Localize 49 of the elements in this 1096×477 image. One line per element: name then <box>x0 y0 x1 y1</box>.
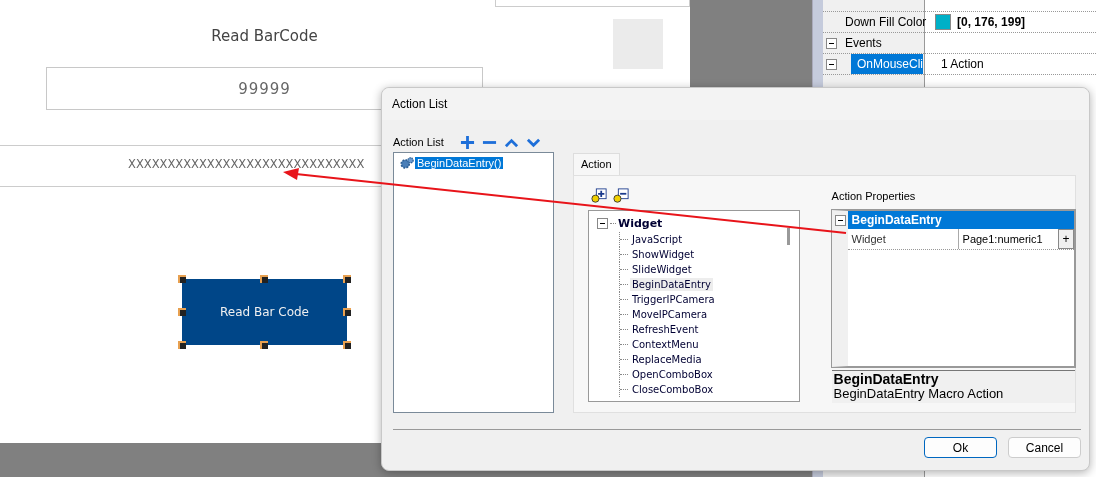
property-name: Widget <box>847 228 959 249</box>
action-item[interactable]: BeginDataEntry() <box>415 157 504 169</box>
action-tab[interactable]: Action <box>573 153 620 175</box>
resize-handle[interactable] <box>260 341 268 349</box>
resize-handle[interactable] <box>178 308 186 316</box>
description-title: BeginDataEntry <box>833 370 940 387</box>
collapse-icon[interactable] <box>597 218 608 230</box>
tree-item[interactable]: ContextMenu <box>630 337 701 351</box>
add-button[interactable]: + <box>1058 228 1074 249</box>
tree-item[interactable]: JavaScript <box>630 232 685 246</box>
tree-item[interactable]: CloseComboBox <box>630 382 716 396</box>
property-name[interactable]: Events <box>845 36 882 50</box>
collapse-icon[interactable] <box>825 58 837 70</box>
tree-item[interactable]: SlideWidget <box>630 262 694 276</box>
dialog-button[interactable]: Cancel <box>1008 437 1081 458</box>
tree-node[interactable]: Widget <box>618 217 663 231</box>
collapse-icon[interactable] <box>825 37 837 49</box>
description-text: BeginDataEntry Macro Action <box>833 386 1005 401</box>
list-label: Action List <box>393 136 444 148</box>
read-bar-code-button[interactable]: Read Bar Code <box>182 279 347 345</box>
expand-all-icon[interactable] <box>591 187 607 204</box>
property-value: [0, 176, 199] <box>957 15 1026 29</box>
tree-item[interactable]: OpenComboBox <box>630 367 715 381</box>
property-name[interactable]: OnMouseCli <box>851 54 924 74</box>
collapse-all-icon[interactable] <box>613 187 629 204</box>
gears-icon <box>399 156 415 170</box>
dialog-button[interactable]: Ok <box>924 437 997 458</box>
tree-item[interactable]: ShowWidget <box>630 247 697 261</box>
resize-handle[interactable] <box>178 341 186 349</box>
tree-item[interactable]: RefreshEvent <box>630 322 701 336</box>
canvas-title: Read BarCode <box>210 27 319 47</box>
property-category: BeginDataEntry <box>850 212 942 227</box>
tree-item[interactable]: MoveIPCamera <box>630 307 710 321</box>
resize-handle[interactable] <box>343 308 351 316</box>
dialog-title: Action List <box>382 88 1089 120</box>
collapse-icon[interactable] <box>834 214 846 226</box>
property-value[interactable]: Page1:numeric1 <box>958 228 1058 249</box>
property-name[interactable]: Down Fill Color <box>845 15 927 29</box>
resize-handle[interactable] <box>343 275 351 283</box>
tree-item[interactable]: TriggerIPCamera <box>630 292 717 306</box>
scrollbar-thumb[interactable] <box>787 227 790 245</box>
tree-item[interactable]: ReplaceMedia <box>630 352 704 366</box>
add-icon[interactable] <box>459 134 475 150</box>
property-value: 1 Action <box>941 57 984 71</box>
resize-handle[interactable] <box>343 341 351 349</box>
properties-label: Action Properties <box>831 188 917 204</box>
tree-item[interactable]: BeginDataEntry <box>630 277 713 291</box>
resize-handle[interactable] <box>260 275 268 283</box>
resize-handle[interactable] <box>178 275 186 283</box>
